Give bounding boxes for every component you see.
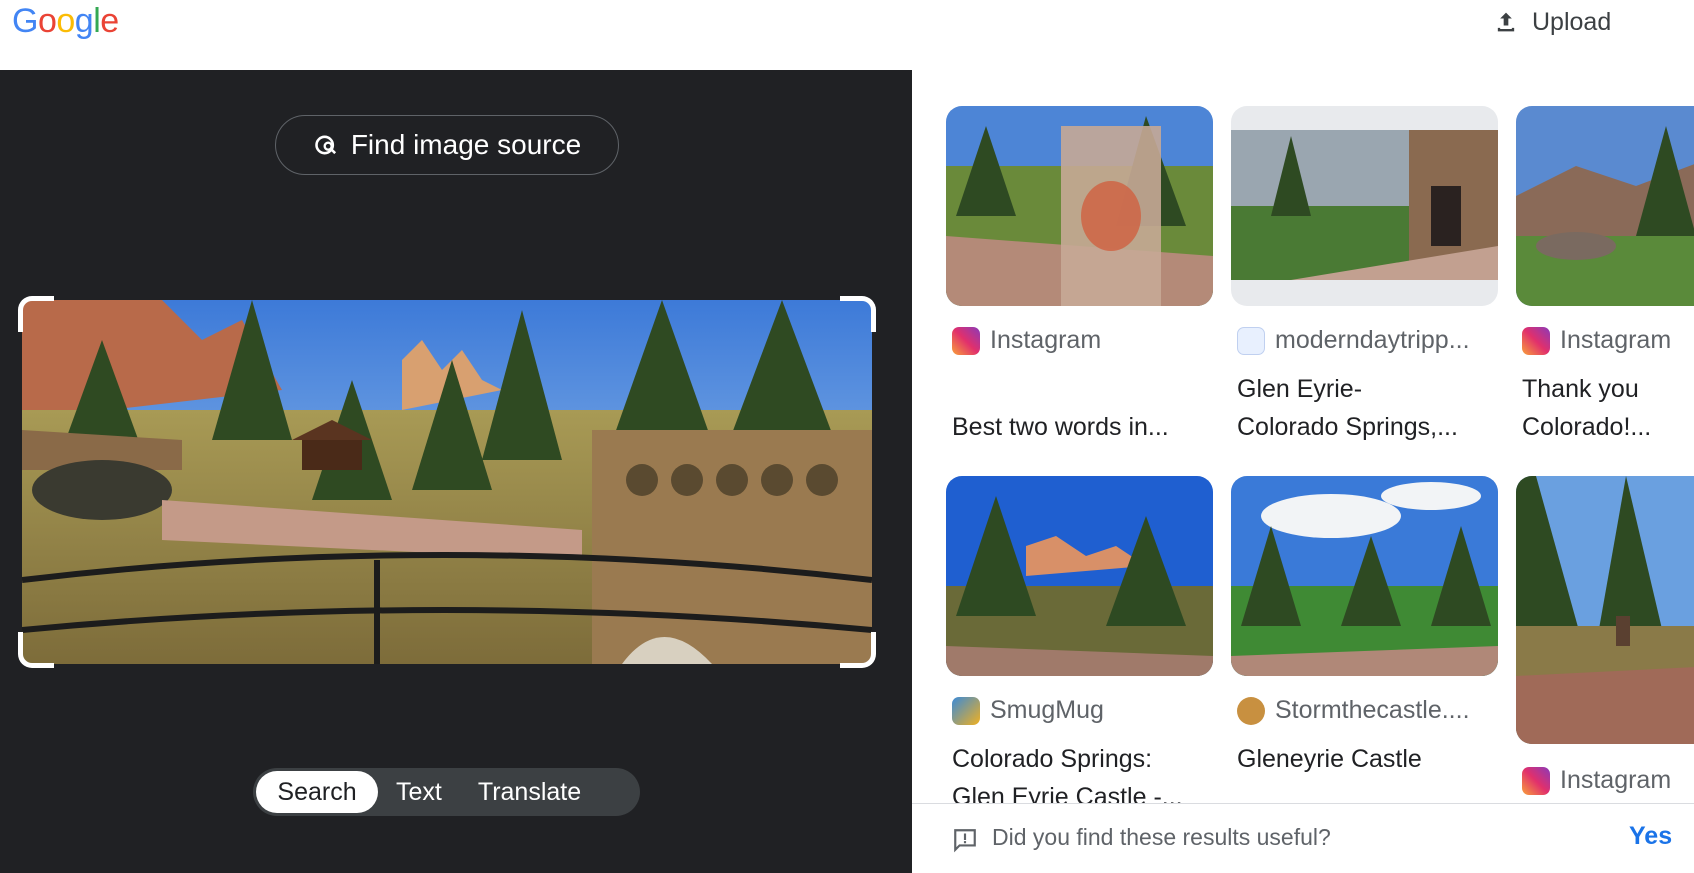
result-thumbnail[interactable]: [1516, 106, 1694, 306]
google-logo[interactable]: Google: [12, 2, 119, 41]
crop-handle-top-left[interactable]: [18, 296, 54, 332]
crop-handle-bottom-left[interactable]: [18, 632, 54, 668]
result-source-label: moderndaytripp...: [1275, 326, 1470, 354]
result-source[interactable]: Stormthecastle....: [1237, 696, 1470, 725]
feedback-yes-button[interactable]: Yes: [1629, 822, 1672, 851]
crop-handle-bottom-right[interactable]: [840, 632, 876, 668]
mode-translate-tab[interactable]: Translate: [460, 771, 599, 813]
results-panel: Instagram Best two words in... modernday…: [912, 70, 1694, 873]
crop-handle-top-right[interactable]: [840, 296, 876, 332]
result-title[interactable]: Gleneyrie Castle: [1237, 740, 1499, 778]
smugmug-icon: [952, 696, 980, 725]
upload-icon: [1497, 12, 1515, 32]
mode-search-tab[interactable]: Search: [256, 771, 378, 813]
result-title[interactable]: Best two words in...: [952, 408, 1214, 446]
result-title-line: Glen Eyrie-: [1237, 375, 1363, 403]
result-title-line: Colorado Springs,...: [1237, 413, 1458, 441]
feedback-icon: [954, 829, 976, 853]
result-source-label: Stormthecastle....: [1275, 696, 1470, 724]
result-source[interactable]: moderndaytripp...: [1237, 326, 1470, 355]
logo-letter-g2: g: [74, 2, 94, 40]
logo-letter-l: l: [93, 2, 101, 40]
feedback-bar: Did you find these results useful? Yes: [912, 803, 1694, 873]
result-title-line: Gleneyrie Castle: [1237, 745, 1422, 773]
result-thumbnail[interactable]: [946, 476, 1213, 676]
logo-letter-o2: o: [56, 2, 75, 40]
result-title-line: Colorado!...: [1522, 413, 1652, 441]
result-source-label: SmugMug: [990, 696, 1104, 724]
result-title[interactable]: Thank you Colorado!...: [1522, 370, 1694, 446]
result-title-line: Colorado Springs:: [952, 745, 1153, 773]
upload-label: Upload: [1532, 7, 1612, 36]
result-title[interactable]: Glen Eyrie- Colorado Springs,...: [1237, 370, 1499, 446]
result-title-line: Best two words in...: [952, 413, 1169, 441]
result-source[interactable]: SmugMug: [952, 696, 1104, 725]
result-source[interactable]: Instagram: [952, 326, 1101, 355]
result-source-label: Instagram: [990, 326, 1102, 354]
result-source-label: Instagram: [1560, 326, 1672, 354]
instagram-icon: [952, 326, 980, 355]
moderndaytripper-icon: [1237, 326, 1265, 355]
result-source[interactable]: Instagram: [1522, 326, 1671, 355]
logo-letter-o1: o: [37, 2, 57, 40]
top-bar: Google Upload: [0, 0, 1694, 70]
result-thumbnail[interactable]: [1231, 106, 1498, 306]
result-source[interactable]: Instagram: [1522, 766, 1671, 795]
mode-switcher: Search Text Translate: [253, 768, 640, 816]
landscape-photo: [22, 300, 872, 664]
result-title-line: Thank you: [1522, 375, 1639, 403]
result-source-label: Instagram: [1560, 766, 1672, 794]
result-thumbnail[interactable]: [946, 106, 1213, 306]
feedback-question: Did you find these results useful?: [992, 824, 1331, 850]
result-thumbnail[interactable]: [1231, 476, 1498, 676]
logo-letter-g: G: [12, 2, 38, 40]
instagram-icon: [1522, 766, 1550, 795]
result-thumbnail[interactable]: [1516, 476, 1694, 744]
upload-button[interactable]: Upload: [1492, 4, 1611, 40]
instagram-icon: [1522, 326, 1550, 355]
mode-text-tab[interactable]: Text: [378, 771, 460, 813]
image-preview-panel: Find image source Search Text Translate: [0, 70, 912, 873]
find-image-source-button[interactable]: Find image source: [275, 115, 619, 175]
query-image: [22, 300, 872, 664]
crop-area[interactable]: [18, 296, 876, 668]
find-image-source-label: Find image source: [350, 129, 582, 160]
logo-letter-e: e: [100, 2, 119, 40]
lens-search-icon: [315, 135, 336, 155]
stormthecastle-icon: [1237, 696, 1265, 725]
